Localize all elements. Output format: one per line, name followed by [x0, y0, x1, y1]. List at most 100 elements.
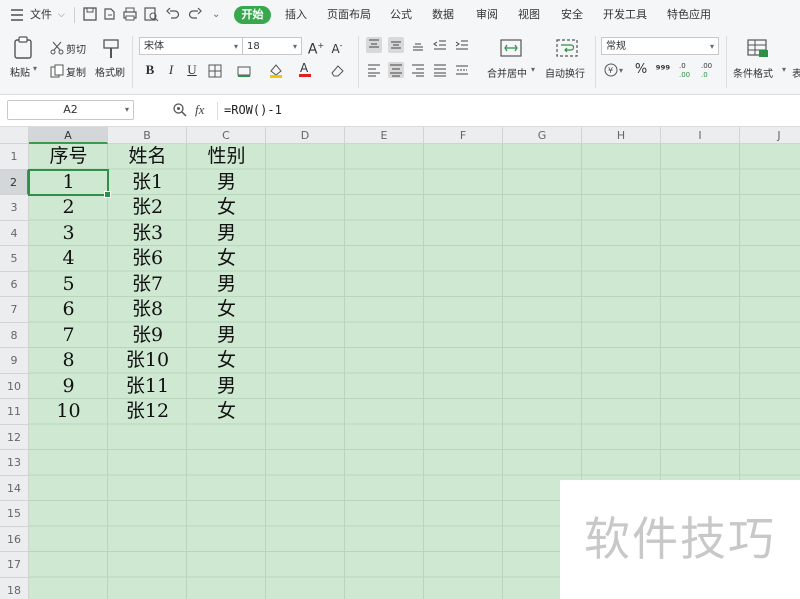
row-header-4[interactable]: 4: [0, 220, 29, 246]
border-icon[interactable]: [208, 63, 222, 82]
row-header-3[interactable]: 3: [0, 195, 29, 221]
row-header-9[interactable]: 9: [0, 348, 29, 374]
tab-insert[interactable]: 插入: [285, 0, 307, 30]
increase-font-icon[interactable]: A+: [307, 37, 325, 58]
table-cell[interactable]: 张10: [108, 348, 187, 374]
row-header-14[interactable]: 14: [0, 475, 29, 501]
tab-view[interactable]: 视图: [518, 0, 540, 30]
row-header-6[interactable]: 6: [0, 271, 29, 297]
currency-icon[interactable]: ¥ ▾: [604, 62, 626, 82]
row-header-1[interactable]: 1: [0, 144, 29, 170]
table-cell[interactable]: 5: [29, 272, 108, 298]
table-cell[interactable]: 男: [187, 170, 266, 196]
table-cell[interactable]: 3: [29, 221, 108, 247]
table-cell[interactable]: 8: [29, 348, 108, 374]
table-style-button[interactable]: 表: [792, 65, 800, 80]
align-right-icon[interactable]: [410, 62, 426, 82]
merge-center-button[interactable]: 合并居中: [487, 65, 527, 80]
tab-review[interactable]: 审阅: [476, 0, 498, 30]
column-header-c[interactable]: C: [187, 127, 266, 144]
column-header-g[interactable]: G: [503, 127, 582, 144]
table-cell[interactable]: 2: [29, 195, 108, 221]
table-cell[interactable]: 女: [187, 399, 266, 425]
tab-home[interactable]: 开始: [234, 6, 271, 24]
select-all-corner[interactable]: [0, 127, 29, 144]
fill-color-icon[interactable]: [268, 62, 284, 82]
align-top-icon[interactable]: [366, 37, 382, 53]
table-cell[interactable]: 张3: [108, 221, 187, 247]
column-header-f[interactable]: F: [424, 127, 503, 144]
fill-handle[interactable]: [104, 191, 111, 198]
conditional-format-icon[interactable]: [747, 38, 769, 62]
row-header-5[interactable]: 5: [0, 246, 29, 272]
zoom-lookup-icon[interactable]: [172, 102, 188, 122]
table-cell[interactable]: 男: [187, 374, 266, 400]
italic-button[interactable]: I: [162, 61, 180, 79]
row-header-7[interactable]: 7: [0, 297, 29, 323]
scissors-icon[interactable]: [50, 40, 64, 59]
column-header-b[interactable]: B: [108, 127, 187, 144]
customize-toolbar-icon[interactable]: ⌄: [212, 0, 220, 30]
row-header-10[interactable]: 10: [0, 373, 29, 399]
merge-dropdown-icon[interactable]: ▾: [531, 65, 535, 74]
table-cell[interactable]: 张6: [108, 246, 187, 272]
cell-style-icon[interactable]: [237, 63, 251, 82]
align-middle-icon[interactable]: [388, 37, 404, 53]
wrap-text-button[interactable]: 自动换行: [545, 65, 585, 80]
table-cell[interactable]: 张8: [108, 297, 187, 323]
align-bottom-icon[interactable]: [410, 37, 426, 57]
align-center-icon[interactable]: [388, 62, 404, 78]
column-header-i[interactable]: I: [661, 127, 740, 144]
underline-button[interactable]: U: [183, 61, 201, 79]
decrease-decimal-icon[interactable]: .00.0: [700, 61, 716, 83]
name-box[interactable]: A2 ▾: [7, 100, 134, 120]
tab-security[interactable]: 安全: [561, 0, 583, 30]
row-header-15[interactable]: 15: [0, 501, 29, 527]
print-preview-icon[interactable]: [143, 6, 159, 22]
active-cell-border[interactable]: [28, 168, 111, 198]
conditional-format-button[interactable]: 条件格式: [733, 65, 773, 80]
table-cell[interactable]: 张2: [108, 195, 187, 221]
format-painter-button[interactable]: 格式刷: [95, 64, 125, 79]
row-header-16[interactable]: 16: [0, 526, 29, 552]
row-header-17[interactable]: 17: [0, 552, 29, 578]
wrap-text-icon[interactable]: [556, 38, 578, 62]
row-header-18[interactable]: 18: [0, 577, 29, 599]
column-header-a[interactable]: A: [29, 127, 108, 144]
column-header-d[interactable]: D: [266, 127, 345, 144]
table-cell[interactable]: 4: [29, 246, 108, 272]
paste-dropdown-icon[interactable]: ▾: [33, 64, 37, 73]
table-cell[interactable]: 男: [187, 272, 266, 298]
row-header-13[interactable]: 13: [0, 450, 29, 476]
percent-icon[interactable]: %: [632, 61, 650, 79]
print-icon[interactable]: [122, 6, 138, 22]
hamburger-menu-icon[interactable]: [10, 0, 24, 30]
table-cell[interactable]: 张1: [108, 170, 187, 196]
copy-button[interactable]: 复制: [66, 64, 86, 79]
redo-icon[interactable]: [187, 6, 203, 22]
table-header-cell[interactable]: 序号: [29, 144, 108, 170]
table-cell[interactable]: 女: [187, 195, 266, 221]
insert-function-button[interactable]: fx: [195, 102, 204, 118]
table-cell[interactable]: 9: [29, 374, 108, 400]
export-icon[interactable]: [102, 6, 118, 22]
paste-icon[interactable]: [12, 36, 34, 64]
bold-button[interactable]: B: [141, 61, 159, 79]
table-cell[interactable]: 7: [29, 323, 108, 349]
tab-page-layout[interactable]: 页面布局: [327, 0, 371, 30]
row-header-2[interactable]: 2: [0, 169, 29, 195]
font-color-icon[interactable]: A: [298, 61, 312, 82]
font-size-select[interactable]: 18 ▾: [242, 37, 302, 55]
font-name-select[interactable]: 宋体 ▾: [139, 37, 243, 55]
format-painter-icon[interactable]: [102, 38, 120, 64]
table-cell[interactable]: 男: [187, 323, 266, 349]
row-header-12[interactable]: 12: [0, 424, 29, 450]
tab-formulas[interactable]: 公式: [390, 0, 412, 30]
table-cell[interactable]: 女: [187, 246, 266, 272]
formula-input[interactable]: =ROW()-1: [224, 103, 282, 117]
copy-icon[interactable]: [50, 63, 64, 82]
tab-featured[interactable]: 特色应用: [667, 0, 711, 30]
justify-icon[interactable]: [432, 62, 448, 82]
table-cell[interactable]: 10: [29, 399, 108, 425]
cut-button[interactable]: 剪切: [66, 41, 86, 56]
